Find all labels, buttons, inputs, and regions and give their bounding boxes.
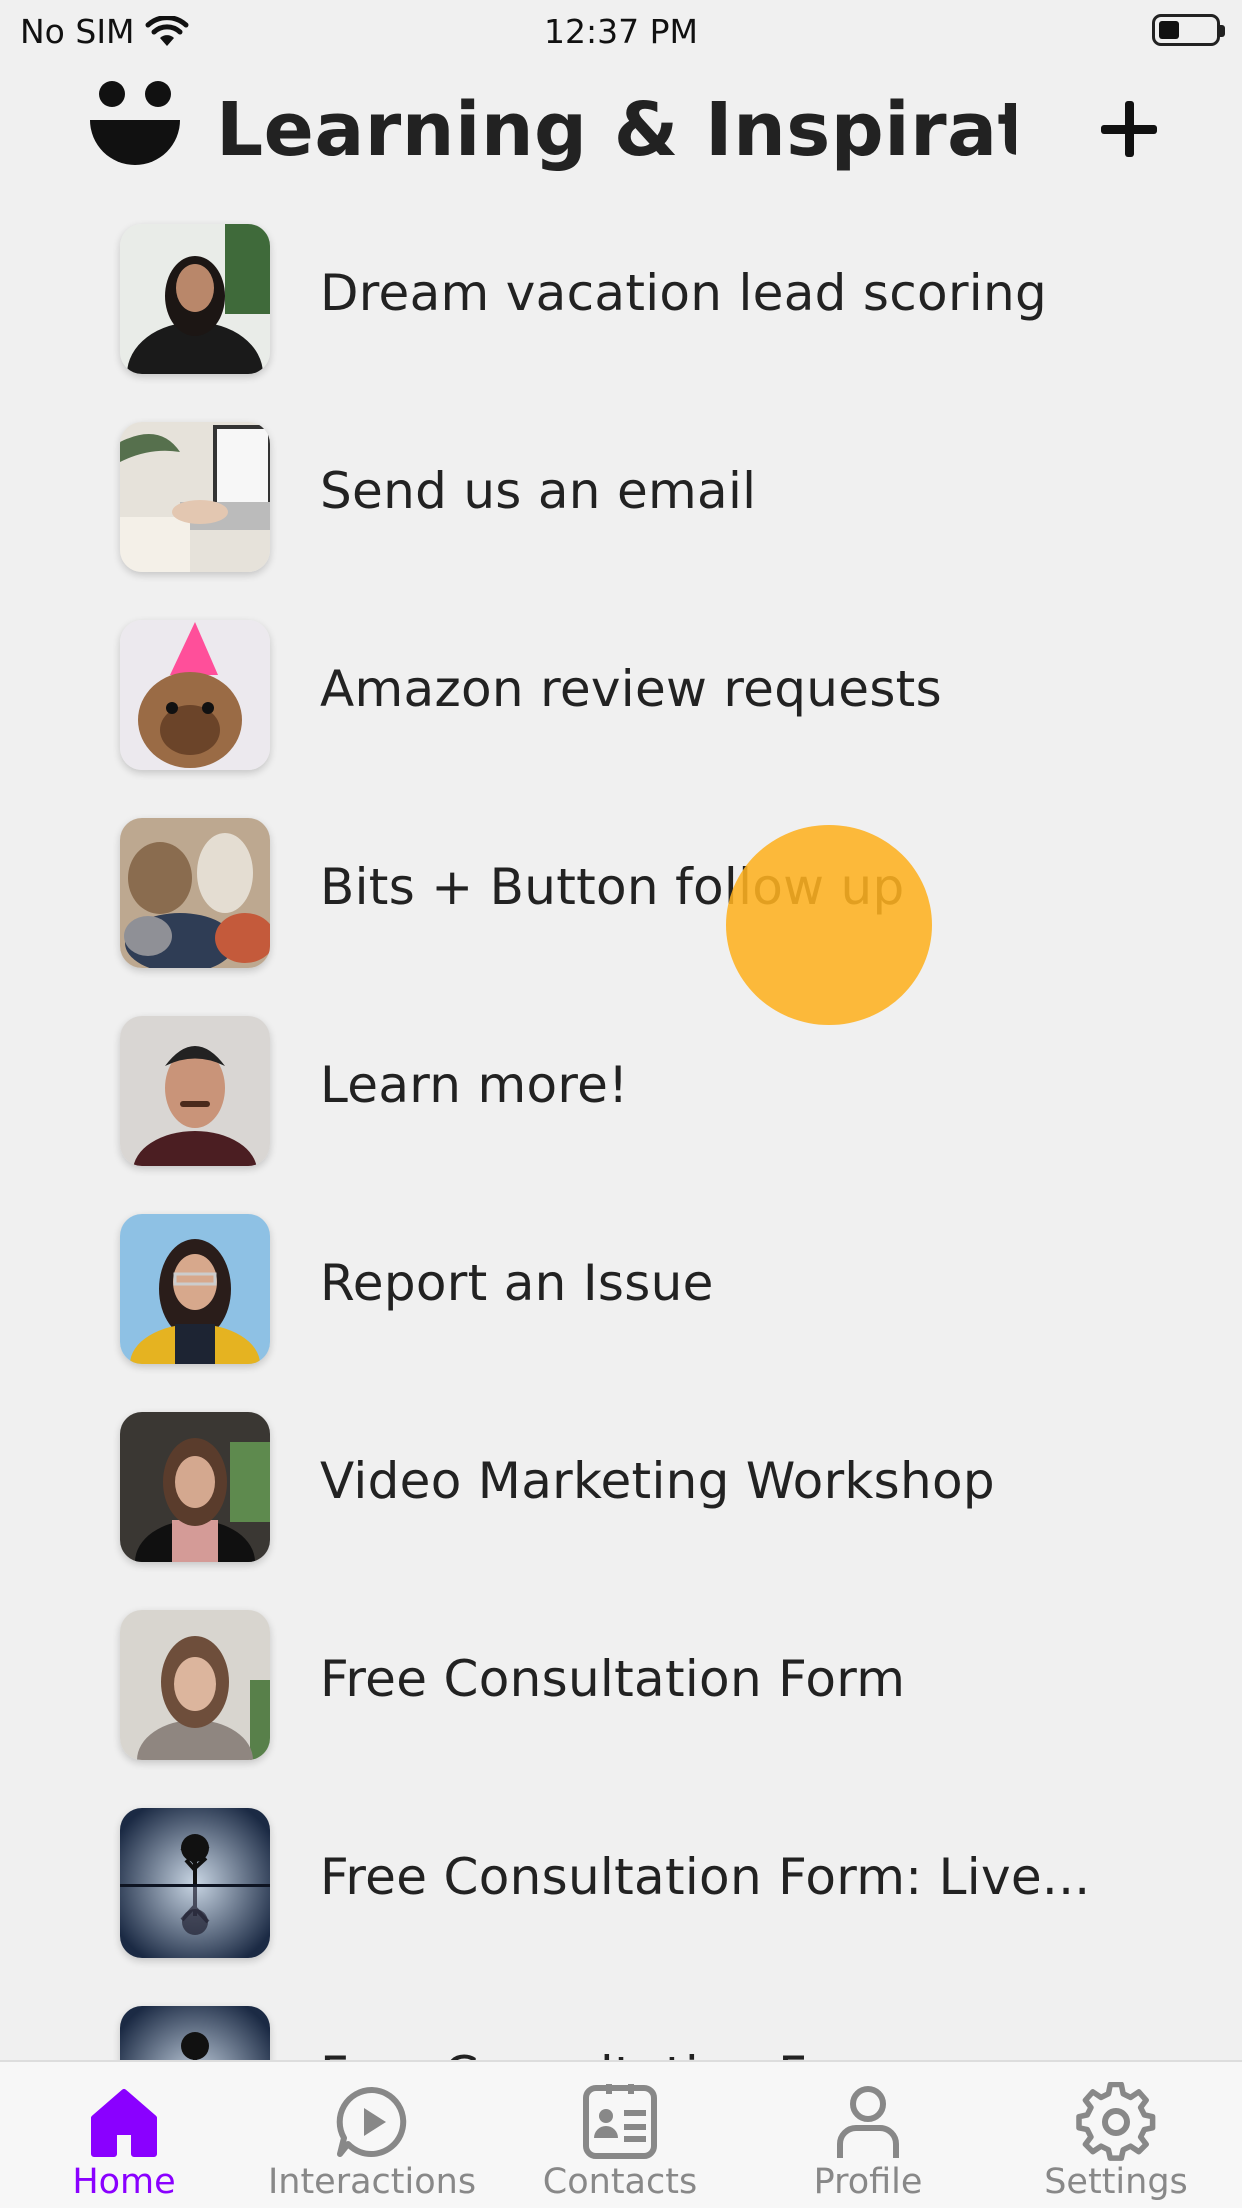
video-title: Dream vacation lead scoring [320,264,1048,322]
list-item[interactable]: Amazon review requests [0,596,1242,794]
tab-label: Contacts [542,2162,698,2202]
video-thumbnail [120,620,270,770]
video-title: Free Consultation Form [320,1650,906,1708]
tab-contacts[interactable]: Contacts [496,2062,744,2208]
list-item[interactable]: Free Consultation Form [0,1586,1242,1784]
tab-profile[interactable]: Profile [744,2062,992,2208]
tab-settings[interactable]: Settings [992,2062,1240,2208]
list-item[interactable]: Bits + Button follow up [0,794,1242,992]
tab-home[interactable]: Home [0,2062,248,2208]
tab-label: Interactions [267,2162,477,2202]
video-thumbnail [120,422,270,572]
video-title: Send us an email [320,462,757,520]
video-title: Report an Issue [320,1254,714,1312]
tab-label: Home [72,2162,176,2202]
video-thumbnail [120,2006,270,2060]
smiley-logo-icon[interactable] [88,80,182,174]
contact-card-icon [583,2084,657,2159]
video-thumbnail [120,1412,270,1562]
list-item[interactable]: Report an Issue [0,1190,1242,1388]
video-title: Free Consultation Form: Live... [320,1848,1091,1906]
video-thumbnail [120,1610,270,1760]
list-item[interactable]: Learn more! [0,992,1242,1190]
video-title: Video Marketing Workshop [320,1452,995,1510]
add-button[interactable] [1094,94,1164,164]
list-item[interactable]: Send us an email [0,398,1242,596]
tab-bar: Home Interactions Contacts Profile Setti… [0,2060,1242,2208]
video-thumbnail [120,818,270,968]
tab-interactions[interactable]: Interactions [248,2062,496,2208]
video-thumbnail [120,1214,270,1364]
list-item[interactable]: Free Consultation Form: Live... [0,1784,1242,1982]
video-title: Bits + Button follow up [320,858,905,916]
video-thumbnail [120,1016,270,1166]
video-list[interactable]: Dream vacation lead scoring Send us an e… [0,200,1242,2060]
battery-icon [1152,14,1225,46]
person-icon [837,2086,899,2158]
list-item[interactable]: Free Consultation Form [0,1982,1242,2060]
page-title: Learning & Inspirati... [216,87,1016,173]
video-thumbnail [120,1808,270,1958]
list-item[interactable]: Video Marketing Workshop [0,1388,1242,1586]
tab-label: Settings [1044,2162,1188,2202]
house-icon [91,2089,157,2157]
play-bubble-icon [336,2086,407,2157]
video-title: Free Consultation Form [320,2046,905,2060]
status-bar: No SIM 12:37 PM [0,0,1242,60]
plus-icon [1101,101,1157,157]
video-title: Amazon review requests [320,660,942,718]
video-thumbnail [120,224,270,374]
tab-label: Profile [813,2162,923,2202]
header: Learning & Inspirati... [0,70,1242,190]
gear-icon [1076,2082,1156,2161]
list-item[interactable]: Dream vacation lead scoring [0,200,1242,398]
status-time: 12:37 PM [544,12,698,51]
video-title: Learn more! [320,1056,629,1114]
